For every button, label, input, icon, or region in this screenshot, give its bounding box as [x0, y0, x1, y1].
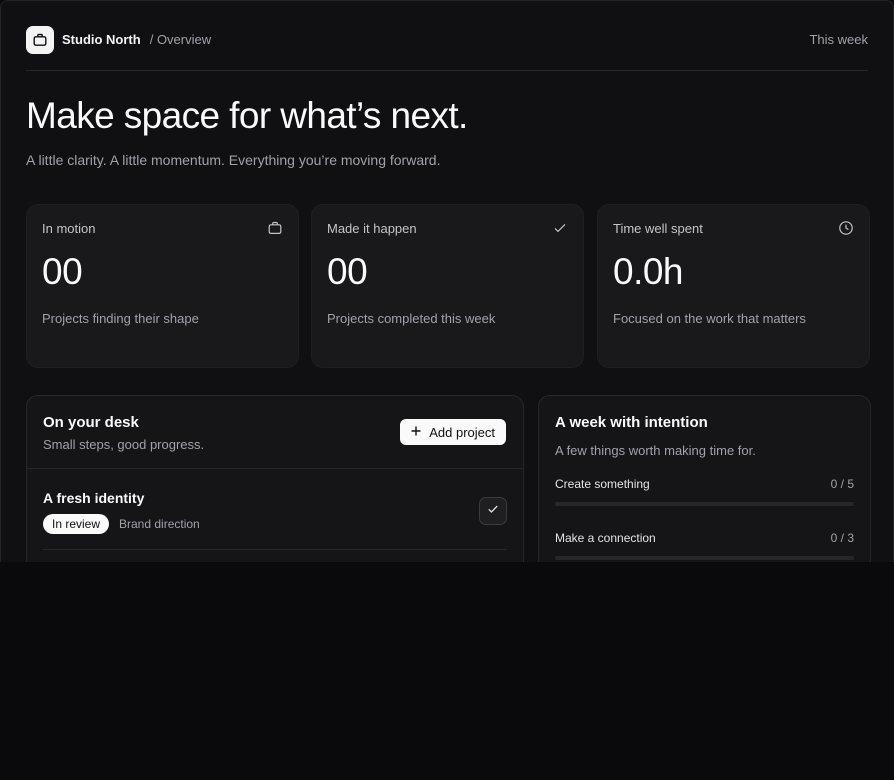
status-badge: In review — [43, 514, 110, 534]
briefcase-icon — [26, 25, 54, 54]
stat-label: Made it happen — [327, 221, 417, 236]
stat-card-time-well-spent: Time well spent 0.0h Focused on the work… — [597, 204, 870, 368]
breadcrumb[interactable]: / Overview — [150, 32, 211, 47]
stat-label: In motion — [42, 221, 96, 236]
project-category: Brand direction — [119, 517, 200, 531]
app-window: Studio North / Overview This week Make s… — [0, 0, 894, 562]
stat-label: Time well spent — [613, 221, 703, 236]
stat-value: 00 — [42, 251, 83, 292]
stat-card-made-it-happen: Made it happen 00 Projects completed thi… — [311, 204, 584, 368]
date-range-button[interactable]: This week — [809, 25, 868, 54]
add-project-label: Add project — [429, 424, 495, 440]
stat-value: 00 — [327, 251, 368, 292]
goal-label: Make a connection — [555, 531, 656, 545]
project-title[interactable]: A fresh identity — [43, 490, 144, 506]
goal-progress-bar — [555, 556, 854, 560]
stat-caption: Focused on the work that matters — [613, 311, 806, 326]
week-title: A week with intention — [555, 414, 708, 431]
add-project-button[interactable]: Add project — [400, 419, 506, 445]
page-title: Make space for what’s next. — [26, 95, 468, 136]
brand[interactable]: Studio North / Overview — [26, 25, 211, 54]
check-icon — [552, 220, 568, 236]
top-bar: Studio North / Overview This week — [26, 25, 868, 71]
divider — [43, 549, 507, 550]
week-panel: A week with intention A few things worth… — [538, 395, 871, 562]
check-icon — [486, 502, 500, 521]
divider — [27, 468, 523, 469]
briefcase-icon — [267, 220, 283, 236]
stat-value: 0.0h — [613, 251, 684, 292]
complete-project-button[interactable] — [479, 497, 507, 525]
goal-count: 0 / 3 — [830, 531, 854, 545]
stat-caption: Projects finding their shape — [42, 311, 199, 326]
goal-label: Create something — [555, 477, 650, 491]
clock-icon — [838, 220, 854, 236]
plus-icon — [410, 425, 422, 440]
desk-panel: On your desk Small steps, good progress.… — [26, 395, 524, 562]
goal-progress-bar — [555, 502, 854, 506]
page-subtitle: A little clarity. A little momentum. Eve… — [26, 152, 441, 168]
week-subtitle: A few things worth making time for. — [555, 443, 756, 458]
brand-name: Studio North — [62, 32, 141, 47]
goal-count: 0 / 5 — [830, 477, 854, 491]
stat-card-in-motion: In motion 00 Projects finding their shap… — [26, 204, 299, 368]
desk-title: On your desk — [43, 414, 139, 431]
stat-caption: Projects completed this week — [327, 311, 496, 326]
desk-subtitle: Small steps, good progress. — [43, 437, 205, 452]
